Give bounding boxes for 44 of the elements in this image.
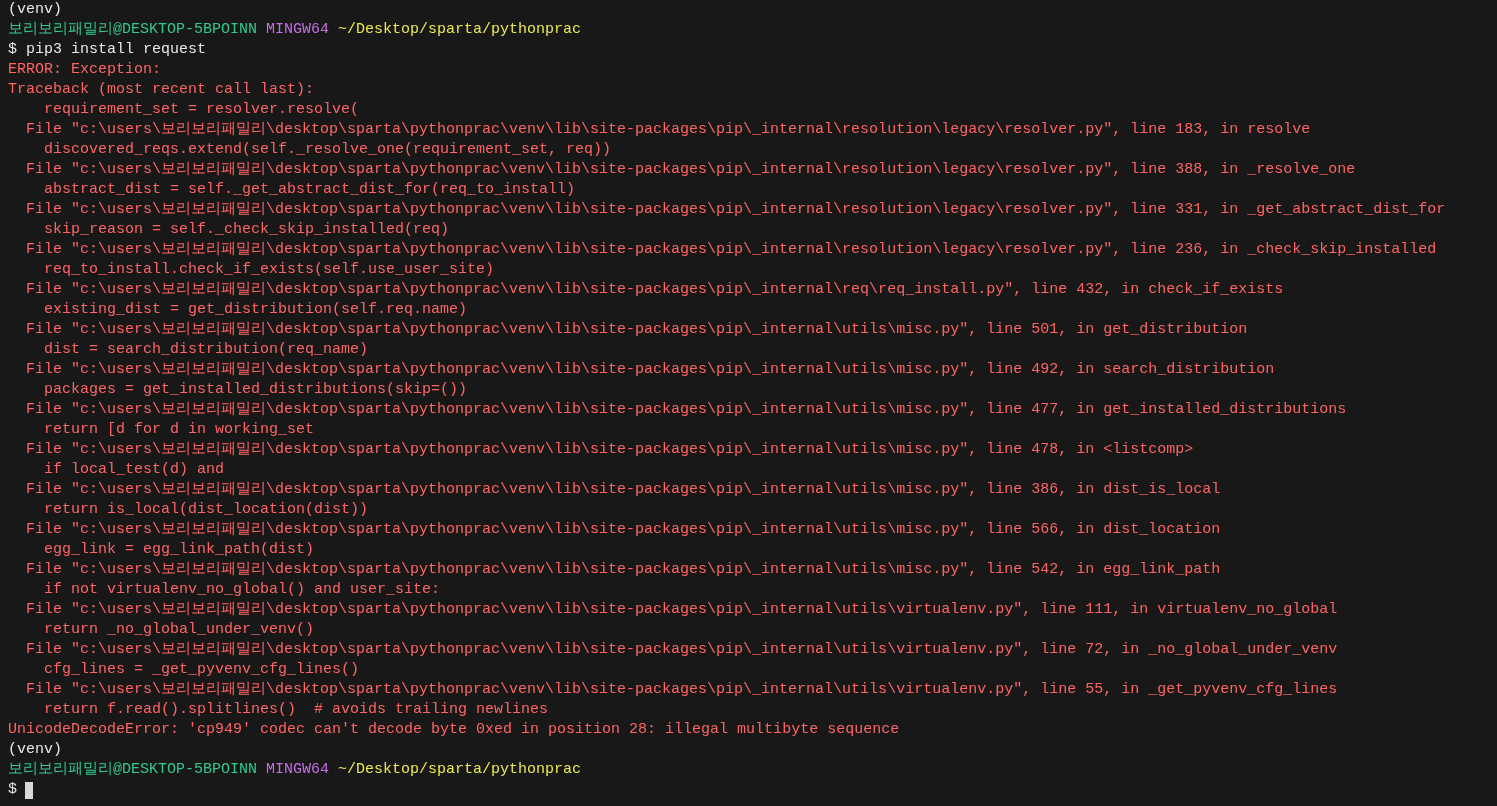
error-line: File "c:\users\보리보리패밀리\desktop\sparta\pythonprac\venv\lib\site-packages\pip\_internal\resolution\legacy\resolver.py", line 236, in _check_skip_installed [25,240,1437,260]
prompt-shell: MINGW64 [266,20,330,40]
error-line: return [d for d in working_set [43,420,315,440]
prompt-path: ~/Desktop/sparta/pythonprac [338,20,582,40]
error-line: existing_dist = get_distribution(self.req.name) [43,300,468,320]
error-line: skip_reason = self._check_skip_installed(req) [43,220,450,240]
error-line: File "c:\users\보리보리패밀리\desktop\sparta\pythonprac\venv\lib\site-packages\pip\_internal\utils\misc.py", line 492, in search_distribution [25,360,1275,380]
error-line: abstract_dist = self._get_abstract_dist_for(req_to_install) [43,180,576,200]
error-line: requirement_set = resolver.resolve( [43,100,360,120]
error-line: File "c:\users\보리보리패밀리\desktop\sparta\pythonprac\venv\lib\site-packages\pip\_internal\utils\virtualenv.py", line 111, in virtualenv_no_global [25,600,1338,620]
error-line: cfg_lines = _get_pyvenv_cfg_lines() [43,660,360,680]
error-line: File "c:\users\보리보리패밀리\desktop\sparta\pythonprac\venv\lib\site-packages\pip\_internal\req\req_install.py", line 432, in check_if_exists [25,280,1284,300]
error-line: File "c:\users\보리보리패밀리\desktop\sparta\pythonprac\venv\lib\site-packages\pip\_internal\resolution\legacy\resolver.py", line 183, in resolve [25,120,1311,140]
error-line: Traceback (most recent call last): [8,80,315,100]
error-line: ERROR: Exception: [8,60,162,80]
error-line: if not virtualenv_no_global() and user_site: [43,580,441,600]
output-line: (venv) [8,740,62,760]
error-line: return f.read().splitlines() # avoids trailing newlines [43,700,549,720]
output-line: (venv) [8,0,62,20]
error-line: File "c:\users\보리보리패밀리\desktop\sparta\pythonprac\venv\lib\site-packages\pip\_internal\utils\misc.py", line 501, in get_distribution [25,320,1248,340]
error-line: File "c:\users\보리보리패밀리\desktop\sparta\pythonprac\venv\lib\site-packages\pip\_internal\utils\misc.py", line 478, in <listcomp> [25,440,1194,460]
error-line: File "c:\users\보리보리패밀리\desktop\sparta\pythonprac\venv\lib\site-packages\pip\_internal\utils\misc.py", line 542, in egg_link_path [25,560,1221,580]
error-line: File "c:\users\보리보리패밀리\desktop\sparta\pythonprac\venv\lib\site-packages\pip\_internal\utils\misc.py", line 477, in get_installed_distributions [25,400,1347,420]
prompt-user-host: 보리보리패밀리@DESKTOP-5BPOINN [8,760,258,780]
error-line: dist = search_distribution(req_name) [43,340,369,360]
error-line: egg_link = egg_link_path(dist) [43,540,315,560]
error-line: File "c:\users\보리보리패밀리\desktop\sparta\pythonprac\venv\lib\site-packages\pip\_internal\utils\misc.py", line 386, in dist_is_local [25,480,1221,500]
command-line: $ [8,780,17,800]
command-line: $ pip3 install request [8,40,207,60]
error-line: if local_test(d) and [43,460,225,480]
error-line: File "c:\users\보리보리패밀리\desktop\sparta\pythonprac\venv\lib\site-packages\pip\_internal\resolution\legacy\resolver.py", line 388, in _resolve_one [25,160,1356,180]
error-line: packages = get_installed_distributions(skip=()) [43,380,468,400]
error-line: return is_local(dist_location(dist)) [43,500,369,520]
error-line: req_to_install.check_if_exists(self.use_user_site) [43,260,495,280]
error-line: return _no_global_under_venv() [43,620,315,640]
prompt-user-host: 보리보리패밀리@DESKTOP-5BPOINN [8,20,258,40]
error-line: discovered_reqs.extend(self._resolve_one(requirement_set, req)) [43,140,612,160]
error-line: File "c:\users\보리보리패밀리\desktop\sparta\pythonprac\venv\lib\site-packages\pip\_internal\utils\misc.py", line 566, in dist_location [25,520,1221,540]
prompt-shell: MINGW64 [266,760,330,780]
error-line: File "c:\users\보리보리패밀리\desktop\sparta\pythonprac\venv\lib\site-packages\pip\_internal\resolution\legacy\resolver.py", line 331, in _get_abstract_dist_for [25,200,1446,220]
error-line: File "c:\users\보리보리패밀리\desktop\sparta\pythonprac\venv\lib\site-packages\pip\_internal\utils\virtualenv.py", line 72, in _no_global_under_venv [25,640,1338,660]
error-line: UnicodeDecodeError: 'cp949' codec can't decode byte 0xed in position 28: illegal multibyte sequence [8,720,900,740]
prompt-path: ~/Desktop/sparta/pythonprac [338,760,582,780]
error-line: File "c:\users\보리보리패밀리\desktop\sparta\pythonprac\venv\lib\site-packages\pip\_internal\utils\virtualenv.py", line 55, in _get_pyvenv_cfg_lines [25,680,1338,700]
